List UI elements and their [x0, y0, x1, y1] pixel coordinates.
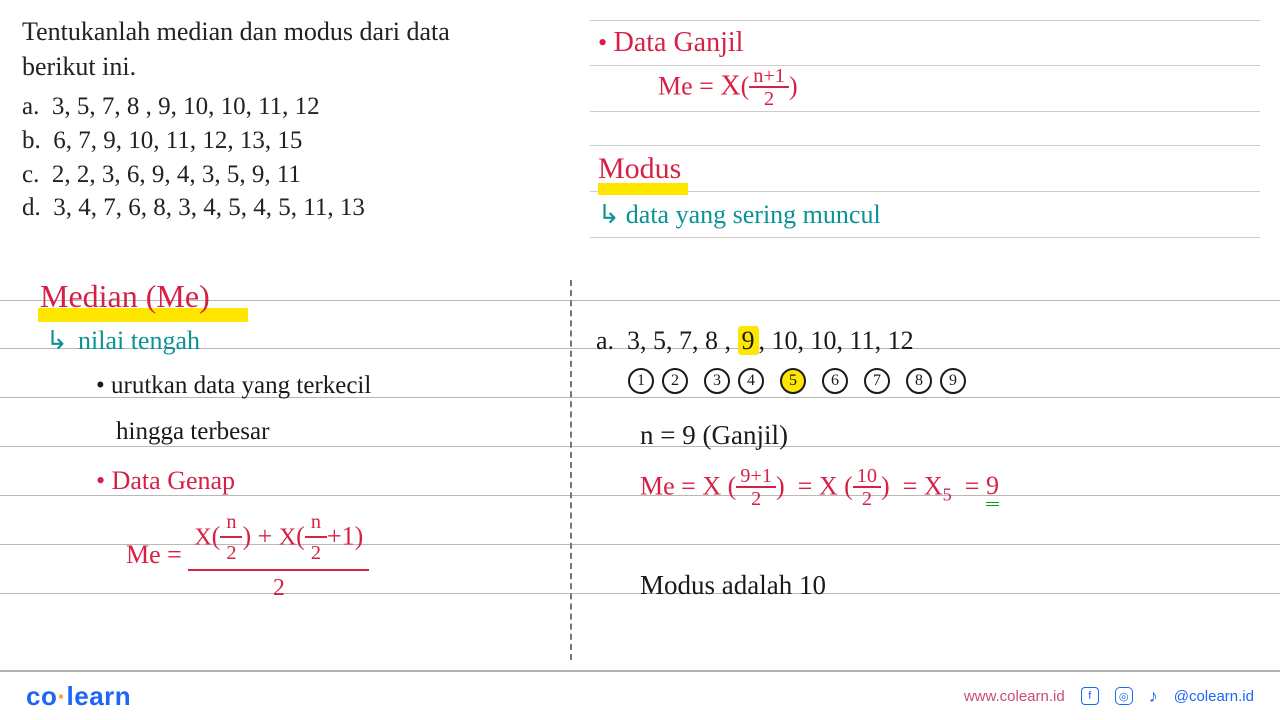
vertical-divider: [570, 280, 572, 660]
median-heading: Median (Me): [40, 278, 210, 315]
footer-bar: co·learn www.colearn.id f ◎ ♪ @colearn.i…: [0, 670, 1280, 720]
footer-handle: @colearn.id: [1174, 688, 1254, 705]
right-notes-top: • Data Ganjil Me = X(n+12) Modus ↳ data …: [590, 20, 1260, 238]
circle-4: 4: [738, 368, 764, 394]
footer-url: www.colearn.id: [964, 688, 1065, 705]
sort-bullet-2: hingga terbesar: [116, 418, 269, 446]
circle-7: 7: [864, 368, 890, 394]
n-equals: n = 9 (Ganjil): [640, 420, 788, 451]
me-calc: Me = X (9+12) = X (102) = X5 = 9: [640, 466, 999, 511]
circle-3: 3: [704, 368, 730, 394]
modus-heading: Modus: [598, 152, 681, 186]
median-value-highlight: 9: [738, 326, 759, 355]
circle-9: 9: [940, 368, 966, 394]
index-circles: 1 2 3 4 5 6 7 8 9: [626, 368, 968, 394]
circle-1: 1: [628, 368, 654, 394]
instagram-icon: ◎: [1115, 687, 1133, 705]
item-b: b. 6, 7, 9, 10, 11, 12, 13, 15: [22, 124, 522, 158]
example-a-label: a. 3, 5, 7, 8 , 9, 10, 10, 11, 12: [596, 326, 914, 356]
arrow-icon: ↳: [598, 200, 620, 230]
arrow-icon-left: ↳: [46, 326, 68, 356]
data-genap-heading: • Data Genap: [96, 466, 235, 496]
footer-right: www.colearn.id f ◎ ♪ @colearn.id: [964, 686, 1254, 707]
item-c: c. 2, 2, 3, 6, 9, 4, 3, 5, 9, 11: [22, 158, 522, 192]
item-a: a. 3, 5, 7, 8 , 9, 10, 10, 11, 12: [22, 90, 522, 124]
me-answer: 9: [986, 471, 999, 506]
question-block: Tentukanlah median dan modus dari data b…: [22, 14, 522, 225]
circle-2: 2: [662, 368, 688, 394]
modus-answer: Modus adalah 10: [640, 570, 826, 601]
brand-logo: co·learn: [26, 681, 131, 712]
bullet-icon: •: [598, 28, 614, 58]
me-ganjil-formula: Me = X(n+12): [598, 66, 798, 111]
circle-6: 6: [822, 368, 848, 394]
item-d: d. 3, 4, 7, 6, 8, 3, 4, 5, 4, 5, 11, 13: [22, 191, 522, 225]
data-ganjil-heading: Data Ganjil: [614, 27, 744, 59]
tiktok-icon: ♪: [1149, 686, 1158, 707]
modus-definition: data yang sering muncul: [626, 200, 881, 230]
facebook-icon: f: [1081, 687, 1099, 705]
question-prompt: Tentukanlah median dan modus dari data b…: [22, 14, 522, 84]
me-genap-formula: Me = X(n2) + X(n2+1) 2: [126, 512, 369, 602]
circle-5: 5: [780, 368, 806, 394]
median-subtitle: nilai tengah: [78, 326, 200, 356]
circle-8: 8: [906, 368, 932, 394]
sort-bullet-1: • urutkan data yang terkecil: [96, 372, 371, 400]
